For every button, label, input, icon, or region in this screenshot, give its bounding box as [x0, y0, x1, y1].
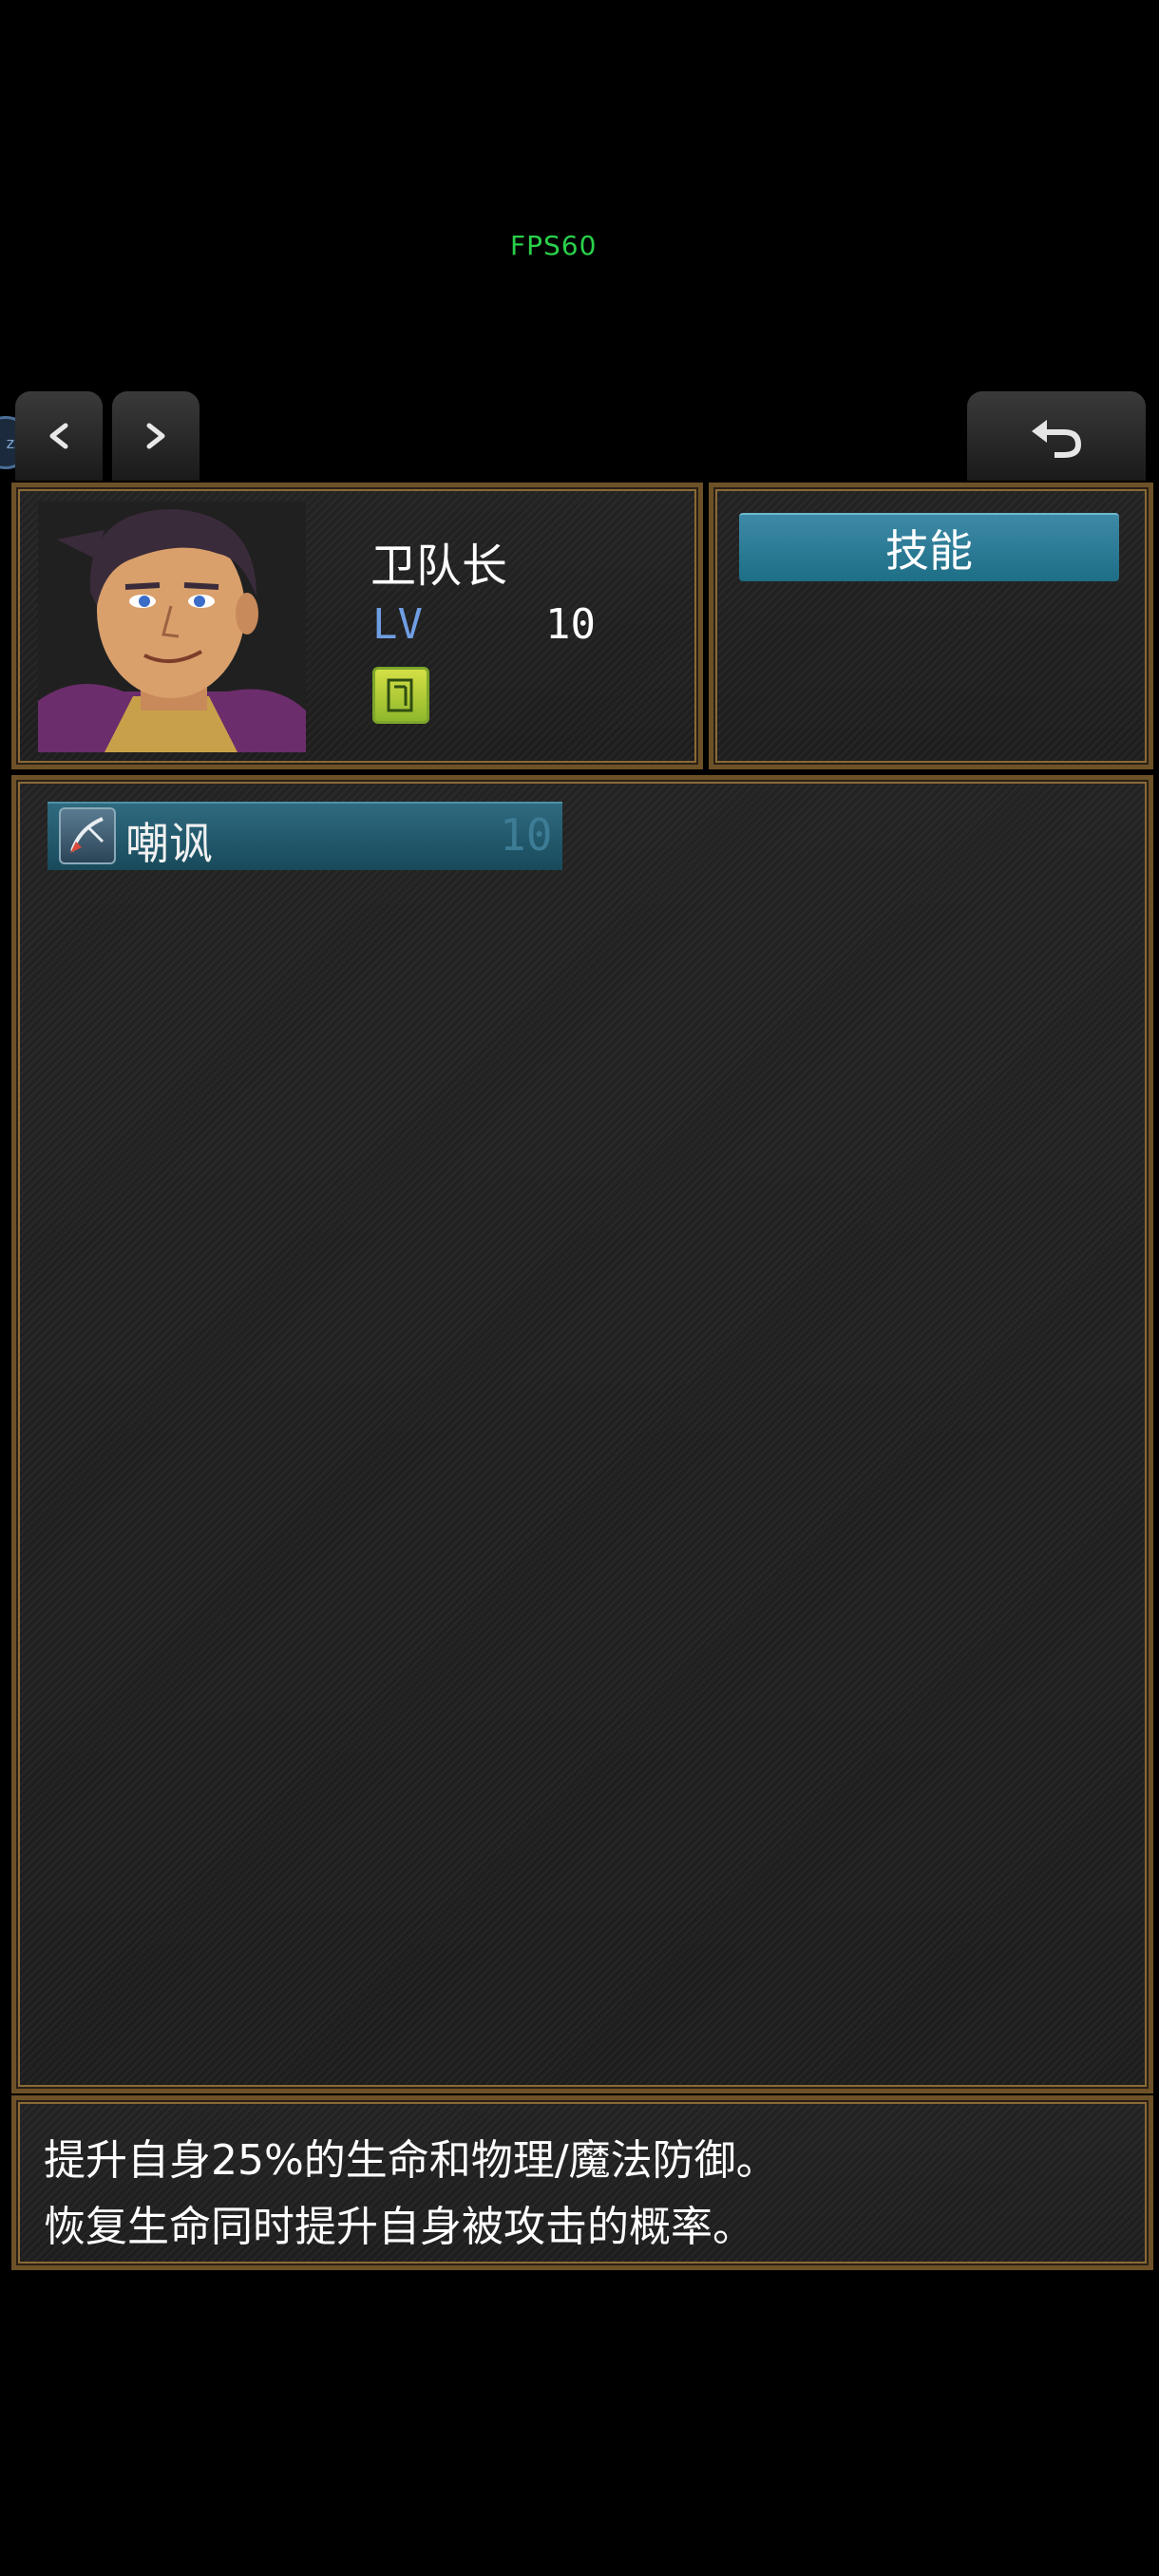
skill-description-line-2: 恢复生命同时提升自身被攻击的概率。: [44, 2203, 754, 2251]
skill-list-panel: [11, 775, 1153, 2093]
level-label: LV: [372, 600, 423, 649]
fps-counter: FPS60: [510, 230, 598, 261]
return-arrow-icon: [1026, 412, 1087, 460]
skill-level: 10: [500, 809, 553, 861]
chevron-left-icon: [43, 420, 75, 452]
back-button[interactable]: [967, 391, 1146, 481]
skill-name: 嘲讽: [125, 818, 213, 869]
prev-character-button[interactable]: [15, 391, 103, 481]
chevron-right-icon: [140, 420, 172, 452]
taunt-skill-icon: [59, 807, 116, 864]
next-character-button[interactable]: [112, 391, 200, 481]
character-portrait: [38, 502, 306, 752]
tab-skills[interactable]: 技能: [739, 513, 1119, 581]
skill-description-line-1: 提升自身25%的生命和物理/魔法防御。: [44, 2136, 778, 2185]
skill-book-icon[interactable]: [372, 667, 429, 724]
level-value: 10: [545, 600, 596, 649]
character-name: 卫队长: [370, 540, 508, 593]
